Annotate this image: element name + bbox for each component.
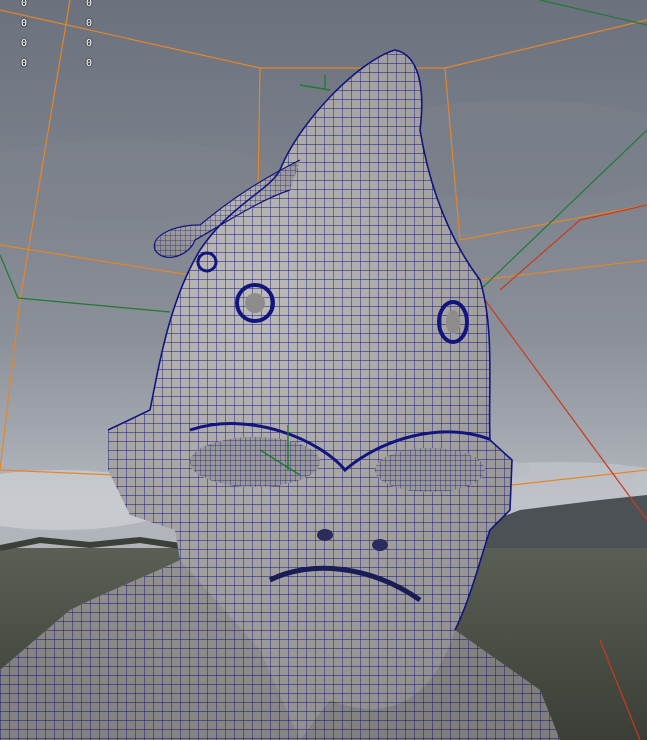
hud-value: 0 [86,38,93,49]
3d-viewport[interactable]: 0 0 0 0 0 0 0 0 [0,0,647,740]
hud-value: 0 [21,18,28,29]
hud-value: 0 [86,18,93,29]
hud-value: 0 [21,38,28,49]
hud-value: 0 [21,58,28,69]
hud-value: 0 [21,0,28,9]
hud-readout-column-2: 0 0 0 0 [86,0,92,74]
hud-readout-column-1: 0 0 0 0 [21,0,27,74]
viewport-scene[interactable] [0,0,647,740]
hud-value: 0 [86,0,93,9]
hud-value: 0 [86,58,93,69]
